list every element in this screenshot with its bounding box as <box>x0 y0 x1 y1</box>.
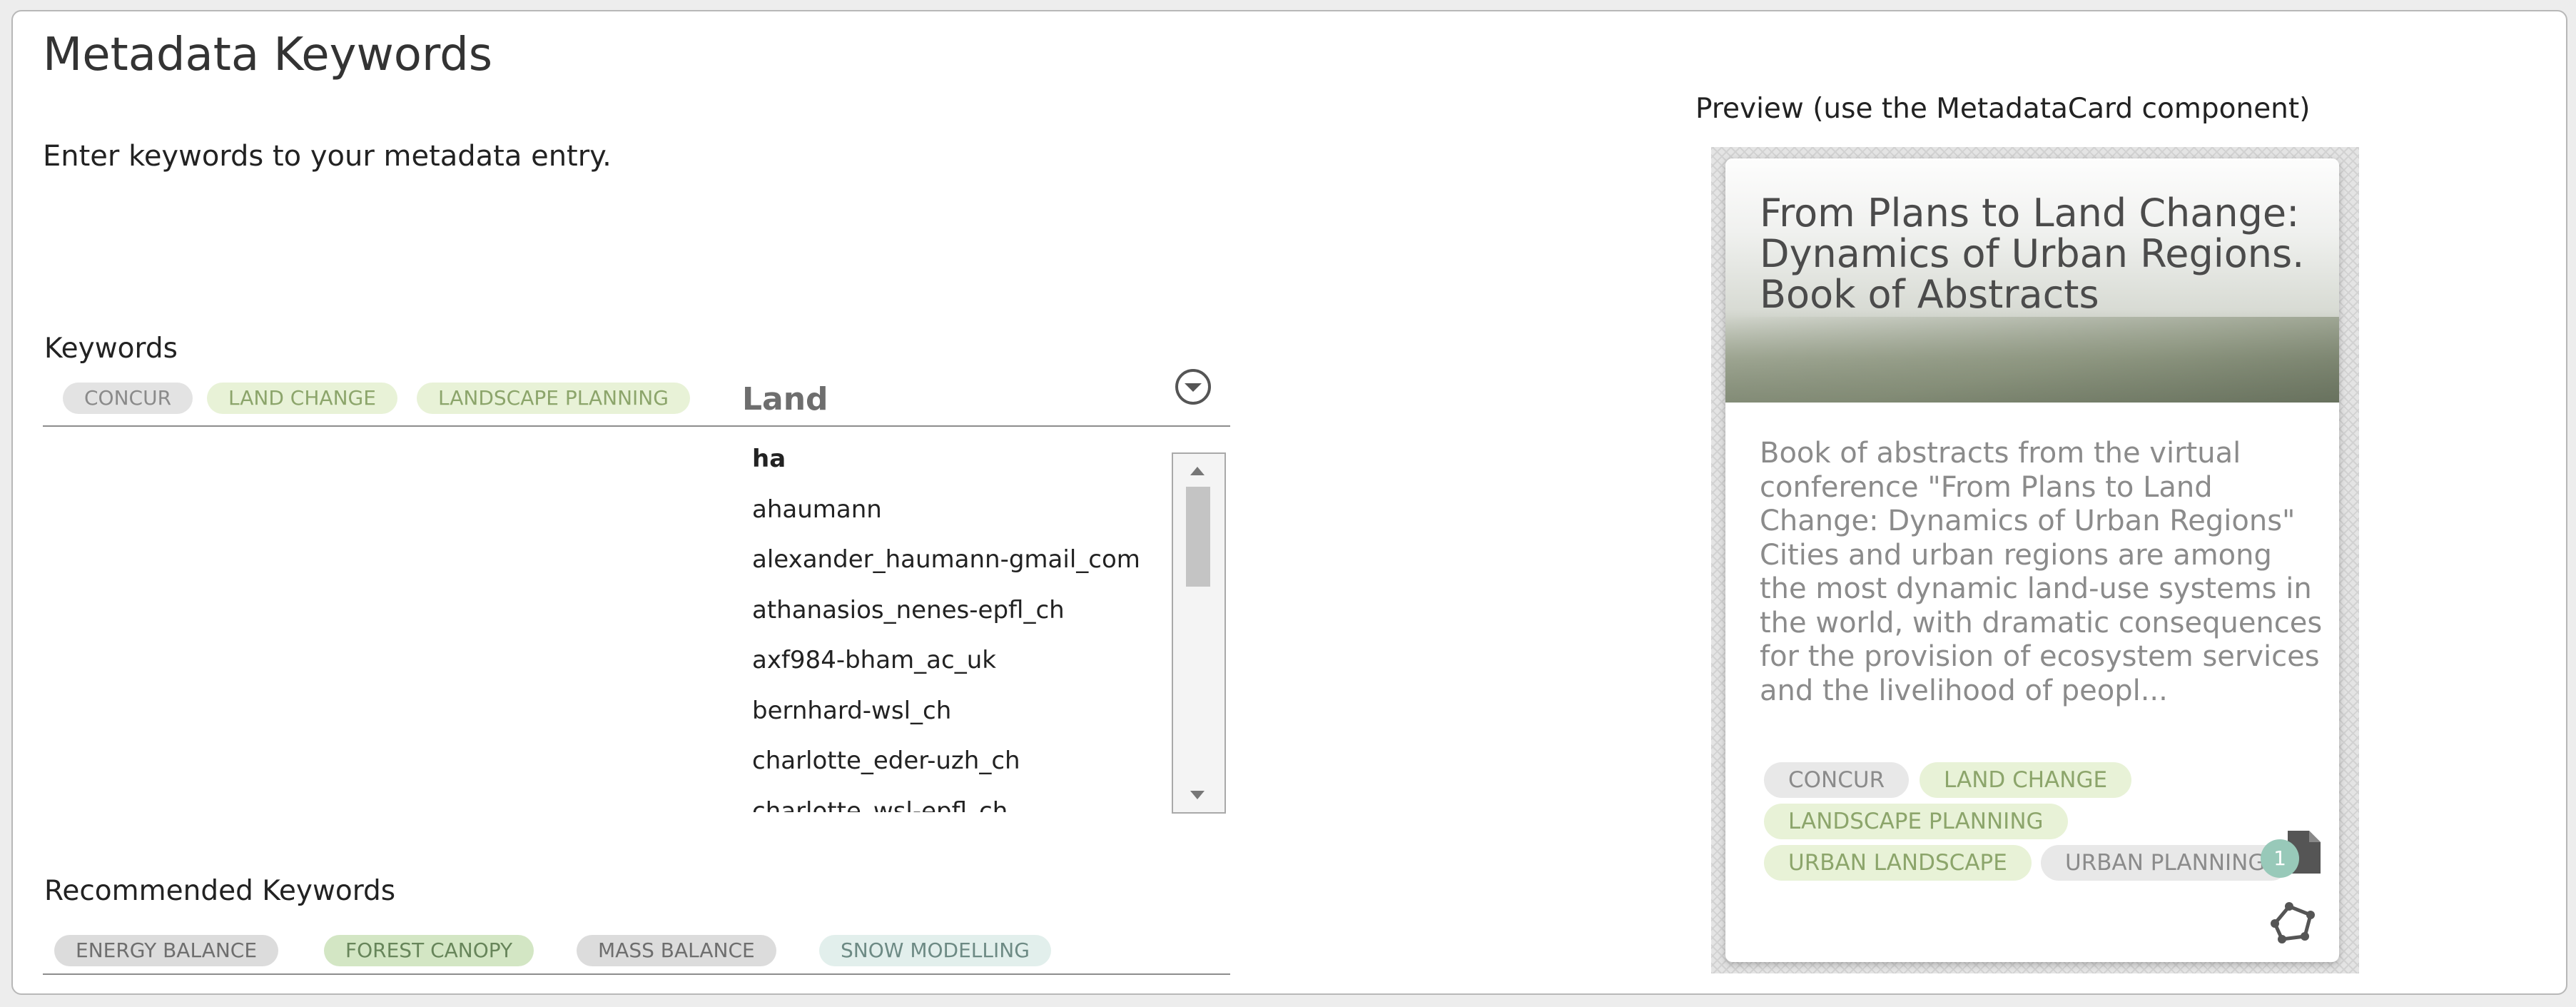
metadata-card[interactable]: From Plans to Land Change: Dynamics of U… <box>1725 158 2339 962</box>
preview-heading: Preview (use the MetadataCard component) <box>1695 93 2311 125</box>
suggestion-item[interactable]: athanasios_nenes-epfl_ch <box>752 594 1180 644</box>
recommended-chip[interactable]: MASS BALANCE <box>577 935 776 966</box>
keyword-input[interactable]: Land <box>742 381 828 418</box>
network-icon[interactable] <box>2268 899 2321 945</box>
scroll-down-icon[interactable] <box>1190 791 1205 799</box>
suggestion-item[interactable]: alexander_haumann-gmail_com <box>752 543 1180 594</box>
keyword-chip[interactable]: CONCUR <box>63 383 193 414</box>
suggestion-dropdown[interactable]: ha ahaumann alexander_haumann-gmail_com … <box>735 442 1227 812</box>
chevron-circle-down-icon[interactable] <box>1175 368 1212 405</box>
card-title: From Plans to Land Change: Dynamics of U… <box>1760 191 2305 317</box>
card-tag[interactable]: LANDSCAPE PLANNING <box>1764 804 2068 839</box>
recommended-chip[interactable]: SNOW MODELLING <box>819 935 1051 966</box>
page-title: Metadata Keywords <box>43 29 493 81</box>
card-tag[interactable]: LAND CHANGE <box>1920 762 2132 798</box>
recommended-keywords-label: Recommended Keywords <box>44 875 396 907</box>
keyword-chip[interactable]: LANDSCAPE PLANNING <box>417 383 690 414</box>
card-abstract: Book of abstracts from the virtual confe… <box>1760 437 2323 707</box>
card-tag[interactable]: URBAN PLANNING <box>2041 845 2290 881</box>
suggestion-item[interactable]: bernhard-wsl_ch <box>752 694 1180 745</box>
keyword-chip[interactable]: LAND CHANGE <box>207 383 397 414</box>
resource-count-badge: 1 <box>2261 839 2299 878</box>
recommended-chip[interactable]: ENERGY BALANCE <box>54 935 279 966</box>
keywords-label: Keywords <box>44 333 178 365</box>
scroll-up-icon[interactable] <box>1190 467 1205 475</box>
suggestion-scrollbar[interactable] <box>1172 452 1226 814</box>
suggestion-item[interactable]: charlotte_eder-uzh_ch <box>752 744 1180 795</box>
card-tag[interactable]: URBAN LANDSCAPE <box>1764 845 2032 881</box>
recommended-underline <box>43 973 1230 975</box>
suggestion-item[interactable]: charlotte_wsl-epfl_ch <box>752 795 1180 813</box>
suggestion-item[interactable]: ha <box>752 442 1180 493</box>
recommended-chip[interactable]: FOREST CANOPY <box>324 935 534 966</box>
suggestion-item[interactable]: ahaumann <box>752 493 1180 544</box>
suggestion-item[interactable]: axf984-bham_ac_uk <box>752 644 1180 694</box>
suggestion-list: ha ahaumann alexander_haumann-gmail_com … <box>752 442 1180 812</box>
intro-text: Enter keywords to your metadata entry. <box>43 140 612 173</box>
scroll-thumb[interactable] <box>1186 487 1210 587</box>
header-landscape <box>1725 317 2339 403</box>
keywords-underline <box>43 425 1230 427</box>
card-tag[interactable]: CONCUR <box>1764 762 1910 798</box>
